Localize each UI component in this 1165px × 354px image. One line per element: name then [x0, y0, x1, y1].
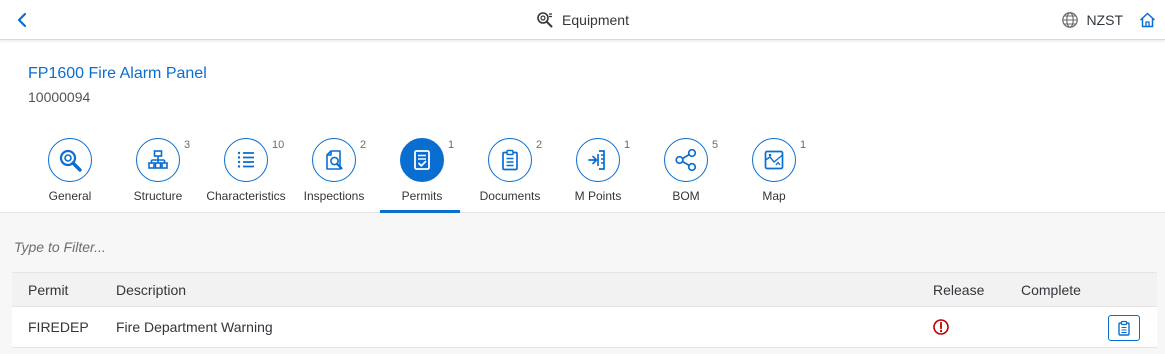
- tab-bom-circle: [664, 138, 708, 182]
- tab-count: 10: [272, 139, 285, 151]
- search-details-icon: [537, 12, 553, 28]
- tab-permits[interactable]: 1 Permits: [378, 128, 466, 213]
- tab-general[interactable]: General: [26, 128, 114, 213]
- tab-m-points-circle: [576, 138, 620, 182]
- tab-permits-circle: [400, 138, 444, 182]
- column-header-complete[interactable]: Complete: [1021, 273, 1081, 306]
- tab-count: 5: [712, 139, 719, 151]
- permit-code: FIREDEP: [28, 319, 89, 335]
- home-button[interactable]: [1137, 10, 1157, 30]
- tab-inspections[interactable]: 2 Inspections: [290, 128, 378, 213]
- timezone-button[interactable]: NZST: [1061, 11, 1123, 29]
- permit-description: Fire Department Warning: [116, 319, 273, 335]
- shell-bar: Equipment NZST: [0, 0, 1165, 40]
- object-title: FP1600 Fire Alarm Panel: [28, 65, 207, 82]
- tab-count: 1: [800, 139, 807, 151]
- app-title: Equipment: [0, 0, 1165, 40]
- tab-count: 3: [184, 139, 191, 151]
- permits-content: Permit Description Release Complete FIRE…: [0, 213, 1165, 354]
- table-row[interactable]: FIREDEP Fire Department Warning: [12, 307, 1157, 348]
- icon-tab-bar: General 3 Structure 10 Characteristics 2…: [0, 128, 1165, 213]
- permit-document-icon: [414, 150, 430, 170]
- nav-back-icon: [17, 12, 27, 28]
- share-icon: [675, 148, 697, 172]
- clipboard-icon: [502, 149, 518, 171]
- row-action-button[interactable]: [1108, 315, 1140, 341]
- back-button[interactable]: [10, 8, 34, 32]
- tab-documents[interactable]: 2 Documents: [466, 128, 554, 213]
- filter-input[interactable]: [14, 233, 1154, 261]
- map-icon: [764, 150, 784, 170]
- release-status: [932, 307, 950, 347]
- object-id: 10000094: [28, 89, 91, 105]
- tab-label: Map: [762, 189, 786, 203]
- tab-bom[interactable]: 5 BOM: [642, 128, 730, 213]
- tab-structure[interactable]: 3 Structure: [114, 128, 202, 213]
- tab-m-points[interactable]: 1 M Points: [554, 128, 642, 213]
- list-icon: [237, 151, 254, 168]
- tab-map-circle: [752, 138, 796, 182]
- tab-count: 2: [536, 139, 543, 151]
- timezone-label: NZST: [1086, 12, 1123, 28]
- search-icon: [59, 149, 82, 172]
- tab-inspections-circle: [312, 138, 356, 182]
- measuring-point-icon: [588, 150, 605, 170]
- tab-count: 1: [448, 139, 455, 151]
- app-title-text: Equipment: [562, 12, 629, 28]
- tab-count: 2: [360, 139, 367, 151]
- column-header-permit[interactable]: Permit: [28, 273, 68, 306]
- table-header: Permit Description Release Complete: [12, 273, 1157, 307]
- error-icon: [933, 319, 949, 335]
- hierarchy-icon: [148, 150, 168, 169]
- clipboard-icon: [1118, 320, 1130, 336]
- tab-map[interactable]: 1 Map: [730, 128, 818, 213]
- globe-icon: [1062, 12, 1079, 28]
- tab-general-circle: [48, 138, 92, 182]
- tab-documents-circle: [488, 138, 532, 182]
- tab-count: 1: [624, 139, 631, 151]
- tab-characteristics-circle: [224, 138, 268, 182]
- inspection-icon: [326, 150, 343, 170]
- column-header-description[interactable]: Description: [116, 273, 186, 306]
- permits-table: Permit Description Release Complete FIRE…: [12, 272, 1157, 348]
- column-header-release[interactable]: Release: [933, 273, 984, 306]
- tab-structure-circle: [136, 138, 180, 182]
- home-icon: [1139, 12, 1155, 28]
- tab-characteristics[interactable]: 10 Characteristics: [202, 128, 290, 213]
